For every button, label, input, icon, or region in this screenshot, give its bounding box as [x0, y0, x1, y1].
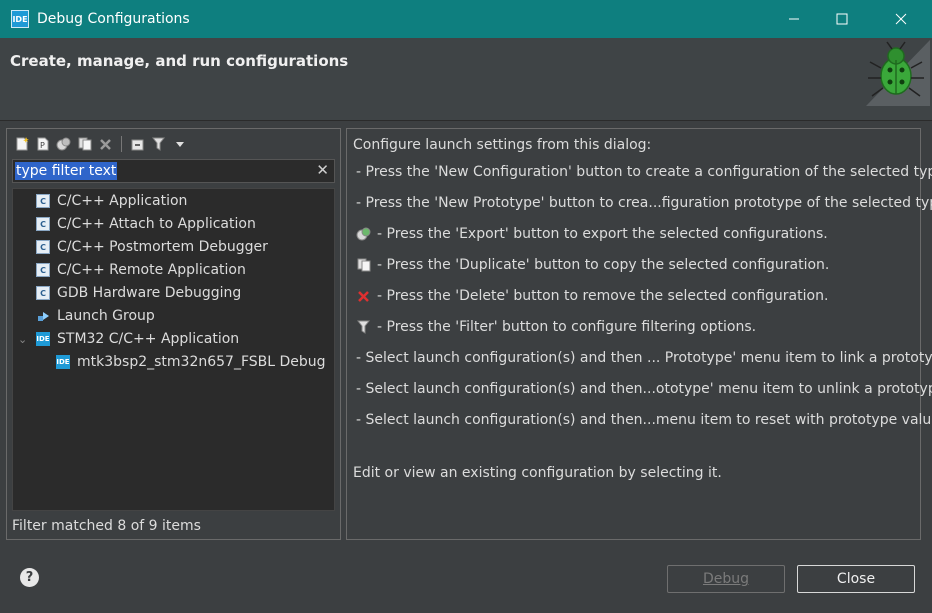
tree-item-launch-group[interactable]: Launch Group — [36, 305, 155, 327]
export-icon — [356, 227, 371, 242]
delete-button[interactable] — [97, 136, 114, 153]
configuration-list-panel: P type filter text ✕ C C/C++ Application — [6, 128, 341, 540]
info-line-text: - Press the 'Filter' button to configure… — [377, 319, 757, 335]
export-button[interactable] — [55, 136, 72, 153]
tree-item-label: mtk3bsp2_stm32n657_FSBL Debug — [77, 354, 326, 370]
ide-icon: IDE — [56, 355, 70, 369]
info-line: - Select launch configuration(s) and the… — [356, 350, 932, 366]
help-icon[interactable]: ? — [20, 568, 39, 587]
filter-icon — [356, 320, 371, 335]
info-line-duplicate: - Press the 'Duplicate' button to copy t… — [356, 257, 829, 273]
chevron-down-icon[interactable]: ⌄ — [18, 333, 27, 346]
filter-field[interactable]: type filter text ✕ — [12, 159, 335, 183]
delete-icon — [100, 138, 111, 150]
delete-icon — [356, 289, 371, 304]
dialog-heading: Create, manage, and run configurations — [10, 52, 349, 70]
c-icon: C — [36, 217, 50, 231]
info-line-text: - Press the 'Delete' button to remove th… — [377, 288, 829, 304]
tree-item-label: C/C++ Remote Application — [57, 262, 246, 278]
minimize-icon — [789, 18, 799, 20]
new-configuration-button[interactable] — [13, 136, 30, 153]
info-line: - Press the 'New Configuration' button t… — [356, 164, 932, 180]
tree-item-label: Launch Group — [57, 308, 155, 324]
view-menu-button[interactable] — [171, 136, 188, 153]
tree-item-cpp-postmortem[interactable]: C C/C++ Postmortem Debugger — [36, 236, 268, 258]
toolbar-separator — [121, 136, 122, 152]
new-prototype-button[interactable]: P — [34, 136, 51, 153]
duplicate-icon — [356, 258, 371, 273]
info-intro: Configure launch settings from this dial… — [353, 137, 652, 153]
new-prototype-icon: P — [37, 137, 48, 151]
close-button[interactable]: Close — [797, 565, 915, 593]
c-icon: C — [36, 240, 50, 254]
collapse-all-button[interactable] — [129, 136, 146, 153]
tree-item-fsbl-debug[interactable]: IDE mtk3bsp2_stm32n657_FSBL Debug — [56, 351, 326, 373]
title-bar: IDE Debug Configurations — [0, 0, 932, 38]
configuration-tree[interactable]: C C/C++ Application C C/C++ Attach to Ap… — [12, 188, 335, 511]
tree-item-gdb-hardware[interactable]: C GDB Hardware Debugging — [36, 282, 241, 304]
info-line-export: - Press the 'Export' button to export th… — [356, 226, 828, 242]
info-line: - Press the 'New Prototype' button to cr… — [356, 195, 932, 211]
close-icon — [895, 13, 907, 25]
collapse-all-icon — [131, 139, 143, 151]
launch-group-icon — [36, 309, 50, 323]
c-icon: C — [36, 263, 50, 277]
filter-button[interactable] — [150, 136, 167, 153]
tree-item-label: STM32 C/C++ Application — [57, 331, 240, 347]
dropdown-arrow-icon — [175, 142, 184, 147]
app-icon: IDE — [11, 10, 29, 28]
bug-icon — [866, 40, 930, 106]
c-icon: C — [36, 194, 50, 208]
configuration-toolbar: P — [13, 133, 188, 155]
dialog-header: Create, manage, and run configurations — [0, 38, 932, 121]
debug-button[interactable]: Debug — [667, 565, 785, 593]
tree-item-label: C/C++ Postmortem Debugger — [57, 239, 268, 255]
tree-item-label: GDB Hardware Debugging — [57, 285, 242, 301]
info-line-delete: - Press the 'Delete' button to remove th… — [356, 288, 828, 304]
maximize-button[interactable] — [819, 0, 865, 38]
window-title: Debug Configurations — [37, 11, 190, 27]
tree-item-cpp-attach[interactable]: C C/C++ Attach to Application — [36, 213, 256, 235]
info-line-text: - Press the 'Export' button to export th… — [377, 226, 828, 242]
info-panel: Configure launch settings from this dial… — [346, 128, 932, 540]
duplicate-button[interactable] — [76, 136, 93, 153]
info-footer: Edit or view an existing configuration b… — [353, 465, 722, 481]
info-line-filter: - Press the 'Filter' button to configure… — [356, 319, 756, 335]
tree-item-cpp-remote[interactable]: C C/C++ Remote Application — [36, 259, 246, 281]
close-window-button[interactable] — [878, 0, 924, 38]
export-icon — [56, 137, 71, 151]
tree-item-stm32-application[interactable]: ⌄ IDE STM32 C/C++ Application — [18, 328, 240, 350]
filter-input[interactable]: type filter text — [15, 162, 118, 180]
minimize-button[interactable] — [771, 0, 817, 38]
new-file-icon — [16, 137, 29, 151]
tree-item-cpp-application[interactable]: C C/C++ Application — [36, 190, 187, 212]
c-icon: C — [36, 286, 50, 300]
tree-item-label: C/C++ Attach to Application — [57, 216, 256, 232]
tree-item-label: C/C++ Application — [57, 193, 188, 209]
filter-status: Filter matched 8 of 9 items — [12, 518, 201, 534]
ide-icon: IDE — [36, 332, 50, 346]
info-line: - Select launch configuration(s) and the… — [356, 381, 932, 397]
svg-text:P: P — [40, 141, 45, 150]
info-line: - Select launch configuration(s) and the… — [356, 412, 932, 428]
duplicate-icon — [78, 137, 91, 151]
filter-icon — [152, 137, 165, 151]
clear-icon[interactable]: ✕ — [316, 161, 329, 179]
maximize-icon — [836, 13, 848, 25]
info-line-text: - Press the 'Duplicate' button to copy t… — [377, 257, 830, 273]
